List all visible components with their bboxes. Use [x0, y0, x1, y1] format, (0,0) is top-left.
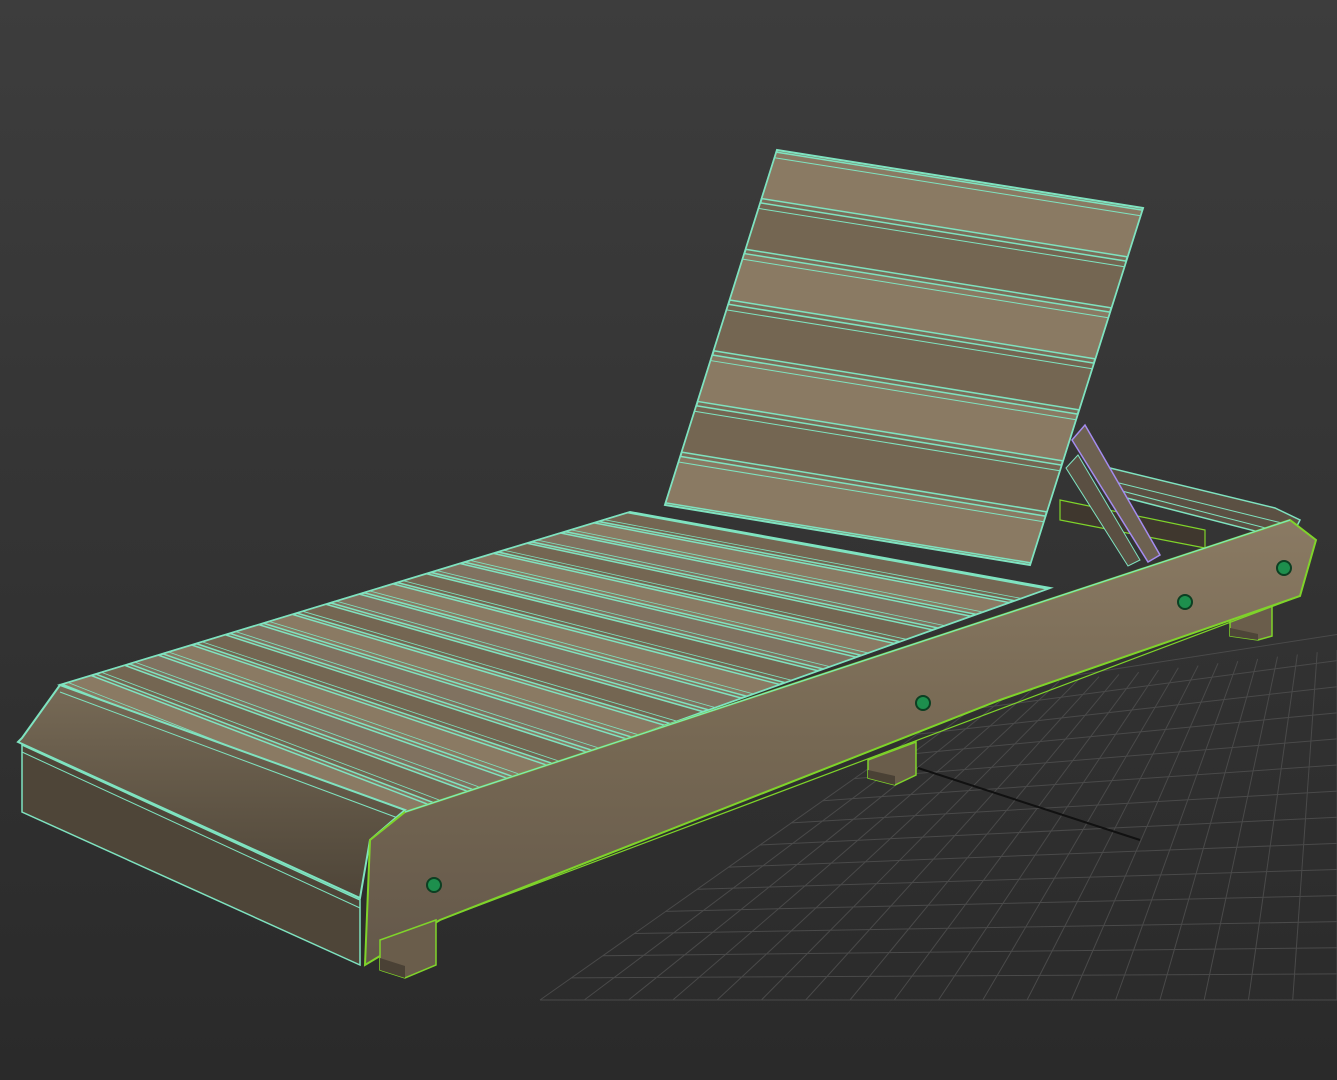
viewport-canvas[interactable]	[0, 0, 1337, 1080]
bolt	[1177, 594, 1193, 610]
3d-viewport[interactable]	[0, 0, 1337, 1080]
bolt	[1276, 560, 1292, 576]
bolt	[426, 877, 442, 893]
bolt	[915, 695, 931, 711]
